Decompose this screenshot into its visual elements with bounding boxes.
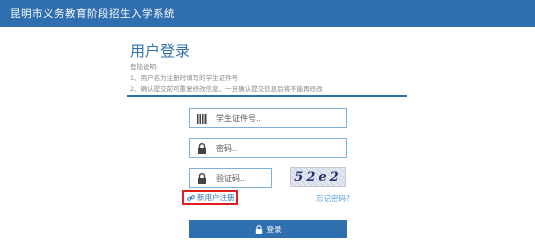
login-button-label: 登录 — [266, 224, 282, 234]
captcha-field[interactable] — [189, 168, 272, 188]
lock-icon — [197, 173, 207, 184]
notes-title: 登陆说明: — [130, 63, 159, 71]
note-item: 2、确认提交前可重复修改信息，一旦确认提交信息后将不能再修改 — [130, 85, 323, 93]
student-id-input[interactable] — [216, 111, 336, 125]
link-icon — [187, 194, 195, 202]
password-input[interactable] — [216, 141, 336, 155]
password-field[interactable] — [189, 138, 347, 158]
login-notes: 登陆说明: 1、用户名为注册时填写的学生证件号 2、确认提交前可重复修改信息，一… — [130, 62, 323, 95]
id-card-icon — [197, 113, 207, 124]
lock-icon — [255, 225, 263, 234]
login-button[interactable]: 登录 — [189, 220, 347, 238]
captcha-text: 52e2 — [294, 169, 342, 185]
register-link[interactable]: 新用户注册 — [182, 190, 238, 205]
page-title: 用户登录 — [130, 42, 191, 60]
captcha-image[interactable]: 52e2 — [290, 167, 346, 187]
top-bar: 昆明市义务教育阶段招生入学系统 — [0, 0, 535, 27]
app-title: 昆明市义务教育阶段招生入学系统 — [10, 8, 175, 20]
captcha-input[interactable] — [216, 171, 266, 185]
note-item: 1、用户名为注册时填写的学生证件号 — [130, 74, 239, 82]
forgot-password-link[interactable]: 忘记密码? — [316, 193, 350, 204]
register-label: 新用户注册 — [197, 193, 235, 202]
divider — [127, 95, 407, 97]
lock-icon — [197, 143, 207, 154]
student-id-field[interactable] — [189, 108, 347, 128]
